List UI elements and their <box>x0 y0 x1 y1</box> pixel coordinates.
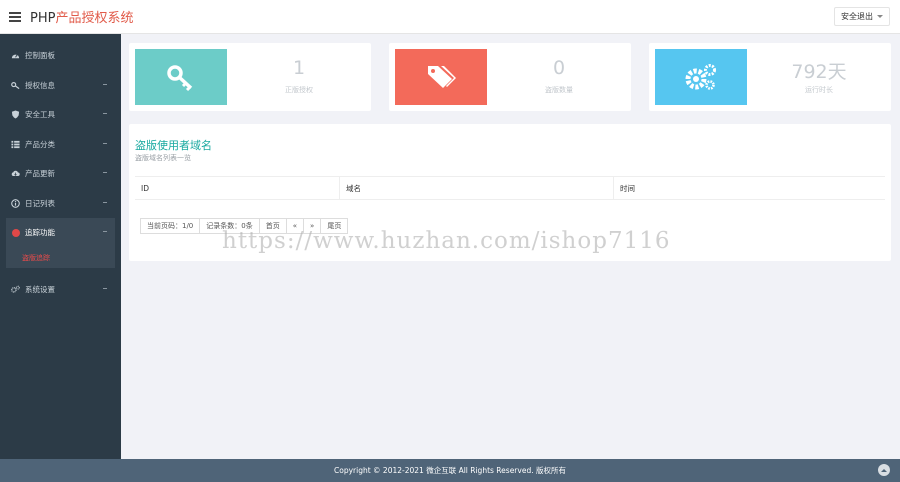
stat-card-licensed: 1 正版授权 <box>129 43 371 111</box>
current-page-info: 当前页码：1/0 <box>140 218 201 234</box>
stat-label: 运行时长 <box>805 86 833 94</box>
footer: Copyright © 2012-2021 微企互联 All Rights Re… <box>0 459 900 482</box>
expand-icon <box>103 113 107 114</box>
chevron-down-icon <box>877 15 883 18</box>
submenu-item-piracy-tracking[interactable]: 盗版追踪 <box>6 247 115 268</box>
scroll-to-top-icon[interactable] <box>878 464 890 476</box>
sidebar-item-label: 控制面板 <box>25 51 55 61</box>
submenu-item-label: 盗版追踪 <box>22 253 50 262</box>
sidebar-item-label: 追踪功能 <box>25 228 55 238</box>
panel-title: 盗版使用者域名 <box>135 139 212 152</box>
stat-label: 正版授权 <box>285 86 313 94</box>
stat-value: 0 <box>552 57 566 79</box>
brand-prefix: PHP <box>30 11 56 26</box>
dashboard-icon <box>11 51 20 60</box>
gears-icon <box>685 64 716 90</box>
column-header-domain[interactable]: 域名 <box>340 177 614 199</box>
stat-icon-box <box>655 49 747 105</box>
brand-title: PHP产品授权系统 <box>30 7 133 26</box>
tags-icon <box>428 66 456 88</box>
stat-value: 792天 <box>791 61 847 83</box>
expand-icon <box>103 287 107 289</box>
sidebar-item-label: 授权信息 <box>25 80 55 90</box>
sidebar-item-label: 产品更新 <box>25 169 55 179</box>
sidebar-item-tracking[interactable]: 追踪功能 <box>6 218 115 248</box>
key-icon <box>11 81 20 90</box>
stat-card-uptime: 792天 运行时长 <box>649 43 891 111</box>
panel-subtitle: 盗版域名列表一览 <box>135 154 191 162</box>
stat-icon-box <box>395 49 487 105</box>
key-icon <box>167 65 193 92</box>
user-menu-label: 安全退出 <box>841 12 873 21</box>
sidebar-item-label: 安全工具 <box>25 110 55 120</box>
column-header-id[interactable]: ID <box>135 177 340 199</box>
gears-icon <box>11 285 20 294</box>
expand-icon <box>103 172 107 173</box>
column-header-time[interactable]: 时间 <box>614 177 885 199</box>
shield-icon <box>11 110 20 119</box>
sidebar-item-product-category[interactable]: 产品分类 <box>0 130 121 160</box>
expand-icon <box>103 142 107 144</box>
cloud-download-icon <box>11 169 20 178</box>
info-icon <box>11 198 20 208</box>
target-icon <box>11 228 20 237</box>
expand-icon <box>103 201 107 203</box>
sidebar-item-log-list[interactable]: 日记列表 <box>0 189 121 219</box>
sidebar-item-license-info[interactable]: 授权信息 <box>0 71 121 101</box>
sidebar-item-security-tools[interactable]: 安全工具 <box>0 100 121 130</box>
footer-copyright: Copyright © 2012-2021 微企互联 All Rights Re… <box>334 466 566 475</box>
sidebar-item-system-settings[interactable]: 系统设置 <box>0 275 121 305</box>
menu-toggle-icon[interactable] <box>9 11 21 22</box>
stat-icon-box <box>135 49 227 105</box>
stat-card-pirated: 0 盗版数量 <box>389 43 631 111</box>
expand-icon <box>103 83 107 85</box>
user-menu-button[interactable]: 安全退出 <box>834 7 890 26</box>
sidebar-item-label: 产品分类 <box>25 139 55 149</box>
brand-suffix: 产品授权系统 <box>55 11 134 26</box>
table-header: ID 域名 时间 <box>135 176 885 200</box>
watermark-text: https://www.huzhan.com/ishop7116 <box>222 228 671 254</box>
sidebar-item-dashboard[interactable]: 控制面板 <box>0 41 121 71</box>
sidebar-item-label: 日记列表 <box>25 198 55 208</box>
collapse-icon <box>103 231 107 232</box>
list-icon <box>11 140 20 149</box>
top-header: PHP产品授权系统 安全退出 <box>0 0 900 34</box>
sidebar: 控制面板 授权信息 安全工具 产品分类 产品更新 日记列表 追踪功能 盗版追踪 … <box>0 34 121 459</box>
stat-label: 盗版数量 <box>545 86 573 94</box>
sidebar-item-product-update[interactable]: 产品更新 <box>0 159 121 189</box>
sidebar-item-label: 系统设置 <box>25 284 55 294</box>
stat-value: 1 <box>292 57 306 79</box>
